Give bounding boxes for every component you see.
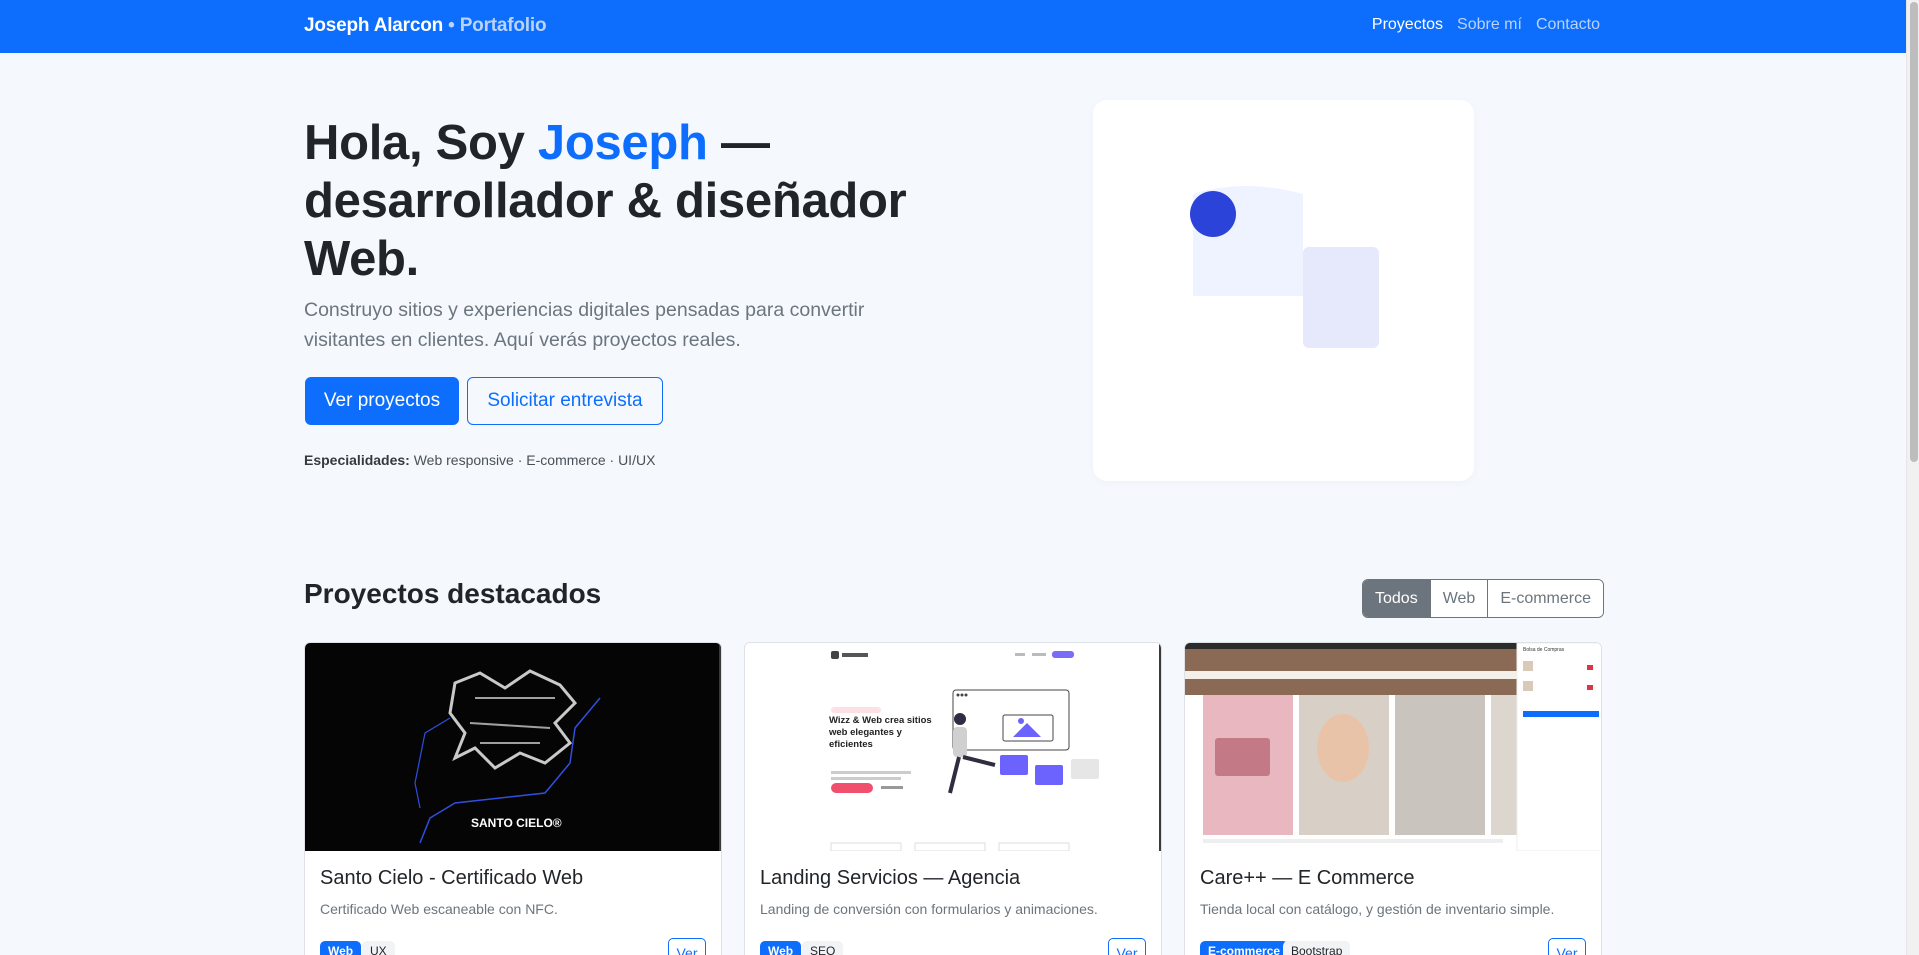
santo-cielo-preview: SANTO CIELO® <box>305 643 721 851</box>
card-description: Tienda local con catálogo, y gestión de … <box>1200 901 1555 917</box>
landing-headline-image-text: Wizz & Web crea sitios web elegantes y e… <box>829 715 932 750</box>
logo-mark <box>831 651 839 659</box>
nav-link-sobre-mi[interactable]: Sobre mí <box>1457 16 1522 34</box>
filter-web-button[interactable]: Web <box>1429 580 1488 617</box>
brand-separator: • <box>448 15 455 36</box>
illustration-circle <box>1190 191 1236 237</box>
tag-ux: UX <box>362 941 395 955</box>
project-filter-group: Todos Web E-commerce <box>1362 579 1604 618</box>
product-image-4 <box>1491 695 1517 835</box>
nav-link-proyectos[interactable]: Proyectos <box>1372 16 1443 34</box>
specialties: Especialidades: Web responsive · E-comme… <box>304 452 655 468</box>
hero-illustration <box>1190 186 1379 348</box>
project-thumbnail-santo-cielo[interactable]: SANTO CIELO® <box>305 643 721 851</box>
landing-servicios-preview: Wizz & Web crea sitios web elegantes y e… <box>745 643 1161 851</box>
hero-lead: Construyo sitios y experiencias digitale… <box>304 299 865 351</box>
project-card-landing-servicios[interactable]: Wizz & Web crea sitios web elegantes y e… <box>744 642 1162 955</box>
navbar: Joseph Alarcon • Portafolio Proyectos So… <box>0 0 1906 53</box>
cart-sidebar <box>1516 643 1601 851</box>
filter-ecommerce-button[interactable]: E-commerce <box>1487 580 1603 617</box>
nav-link-contacto[interactable]: Contacto <box>1536 16 1600 34</box>
card-title: Care++ — E Commerce <box>1200 867 1415 889</box>
tag-web: Web <box>760 941 802 955</box>
project-card-santo-cielo[interactable]: SANTO CIELO® Santo Cielo - Certificado W… <box>304 642 722 955</box>
view-project-button[interactable]: Ver <box>1108 938 1146 955</box>
filter-todos-button[interactable]: Todos <box>1363 580 1430 617</box>
nav-cta-graphic <box>1052 651 1074 658</box>
project-thumbnail-care-plus-plus[interactable]: Bolsa de Compras <box>1185 643 1601 851</box>
brand-name[interactable]: Joseph Alarcon <box>304 15 443 36</box>
view-project-button[interactable]: Ver <box>668 938 706 955</box>
hero-title: Hola, Soy Joseph — desarrollador & diseñ… <box>304 114 1004 288</box>
projects-section-title: Proyectos destacados <box>304 578 602 609</box>
cart-sidebar-title: Bolsa de Compras <box>1523 647 1565 653</box>
hero-illustration-card <box>1093 100 1474 481</box>
hero-title-pre: Hola, Soy <box>304 116 538 170</box>
santo-cielo-caption: SANTO CIELO® <box>471 816 562 830</box>
hero-title-name: Joseph <box>537 116 708 170</box>
card-title: Santo Cielo - Certificado Web <box>320 867 584 889</box>
request-interview-button[interactable]: Solicitar entrevista <box>467 377 663 425</box>
view-projects-button[interactable]: Ver proyectos <box>305 377 459 425</box>
card-description: Landing de conversión con formularios y … <box>760 901 1098 917</box>
project-thumbnail-landing-servicios[interactable]: Wizz & Web crea sitios web elegantes y e… <box>745 643 1161 851</box>
view-project-button[interactable]: Ver <box>1548 938 1586 955</box>
illustration-side-card <box>1303 247 1379 348</box>
project-card-care-plus-plus[interactable]: Bolsa de Compras Care++ — E Commerce Tie… <box>1184 642 1602 955</box>
tag-bootstrap: Bootstrap <box>1283 941 1351 955</box>
scrollbar-thumb[interactable] <box>1910 2 1918 462</box>
brand-subtitle[interactable]: Portafolio <box>460 15 547 36</box>
landing-cta-graphic <box>831 783 873 793</box>
care-ecommerce-preview: Bolsa de Compras <box>1185 643 1601 851</box>
page-scrollbar[interactable] <box>1906 0 1919 955</box>
tag-ecommerce: E-commerce <box>1200 941 1289 955</box>
specialties-value: Web responsive · E-commerce · UI/UX <box>409 452 656 468</box>
cart-checkout-button-graphic <box>1523 711 1599 717</box>
specialties-label: Especialidades: <box>304 452 410 468</box>
card-title: Landing Servicios — Agencia <box>760 867 1021 889</box>
brand[interactable]: Joseph Alarcon • Portafolio <box>304 15 547 37</box>
tag-web: Web <box>320 941 362 955</box>
card-description: Certificado Web escaneable con NFC. <box>320 901 558 917</box>
tag-seo: SEO <box>802 941 844 955</box>
nav-links: Proyectos Sobre mí Contacto <box>1372 16 1600 34</box>
product-image-3 <box>1395 695 1485 835</box>
